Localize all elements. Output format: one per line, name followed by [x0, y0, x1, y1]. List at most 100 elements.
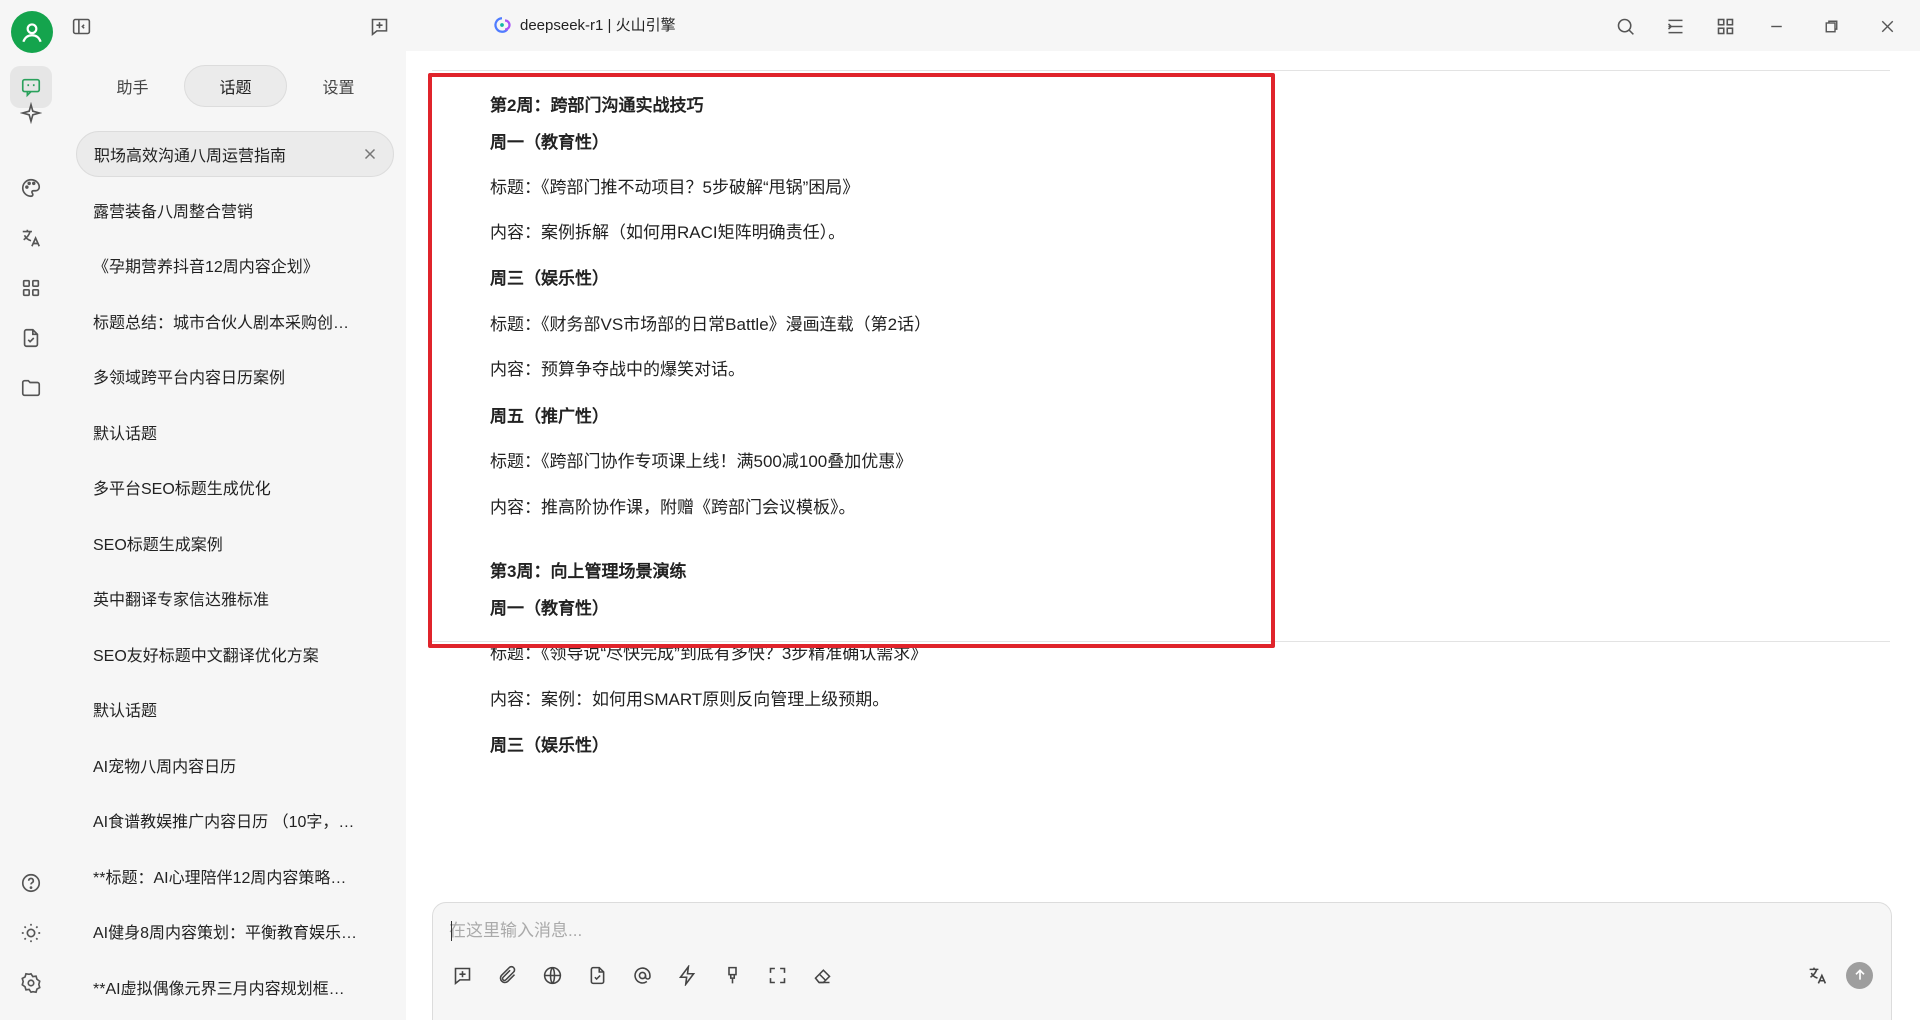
layout-button[interactable] — [1659, 10, 1691, 42]
eraser-icon — [813, 968, 831, 983]
title-bar: deepseek-r1 | 火山引擎 — [63, 0, 1920, 51]
topics-sidebar: 助手 话题 设置 职场高效沟通八周运营指南 露营装备八周整合营销《孕期营养抖音12… — [63, 51, 406, 1020]
sparkle-icon — [20, 102, 42, 124]
topic-item[interactable]: **AI虚拟偶像元界三月内容规划框架*... — [76, 964, 394, 1010]
brightness-icon — [21, 923, 41, 943]
expand-button[interactable] — [762, 960, 792, 990]
grid-button[interactable] — [1709, 10, 1741, 42]
document-icon — [23, 328, 39, 348]
topic-label: 标题总结：城市合伙人剧本采购创业... — [93, 314, 358, 332]
app-window: deepseek-r1 | 火山引擎 助手 话题 设置 职场高效沟通八周运营指南… — [0, 0, 1920, 1020]
attach-button[interactable] — [492, 960, 522, 990]
globe-icon — [543, 966, 561, 984]
rail-theme-button[interactable] — [10, 912, 52, 954]
clear-context-button[interactable] — [717, 960, 747, 990]
layout-icon — [1667, 19, 1682, 33]
message-input-box — [432, 902, 1892, 1020]
message-input[interactable] — [449, 917, 1649, 945]
message-heading: 周三（娱乐性） — [490, 736, 609, 755]
rail-apps-button[interactable] — [10, 267, 52, 309]
rail-agents-button[interactable] — [10, 92, 52, 134]
new-topic-tool-button[interactable] — [447, 960, 477, 990]
topic-list: 职场高效沟通八周运营指南 露营装备八周整合营销《孕期营养抖音12周内容企划》标题总… — [76, 131, 394, 1019]
highlight-box — [428, 73, 1275, 648]
rail-help-button[interactable] — [10, 862, 52, 904]
topic-item[interactable]: 标题总结：城市合伙人剧本采购创业... — [76, 298, 394, 344]
web-search-button[interactable] — [537, 960, 567, 990]
send-icon — [1854, 969, 1865, 980]
topic-item[interactable]: 多平台SEO标题生成优化 — [76, 464, 394, 510]
new-topic-icon — [454, 967, 470, 985]
lightning-icon — [678, 964, 695, 986]
topic-label: 英中翻译专家信达雅标准 — [93, 592, 270, 609]
rail-files-button[interactable] — [10, 317, 52, 359]
rail-settings-button[interactable] — [10, 962, 52, 1004]
quick-phrase-button[interactable] — [672, 960, 702, 990]
topic-item[interactable]: SEO友好标题中文翻译优化方案 — [76, 631, 394, 677]
mention-button[interactable] — [627, 960, 657, 990]
new-topic-button[interactable] — [363, 10, 395, 42]
expand-icon — [769, 967, 785, 983]
close-window-button[interactable] — [1871, 10, 1903, 42]
topic-item[interactable]: AI食谱教娱推广内容日历 （10字，中... — [76, 797, 394, 843]
document-icon — [590, 966, 604, 984]
sidebar-toggle-button[interactable] — [65, 10, 97, 42]
topic-label: SEO标题生成案例 — [93, 536, 223, 554]
close-icon[interactable] — [361, 145, 379, 163]
minimize-button[interactable] — [1760, 10, 1792, 42]
rail-folder-button[interactable] — [10, 367, 52, 409]
topic-label: 《孕期营养抖音12周内容企划》 — [93, 259, 319, 276]
knowledge-button[interactable] — [582, 960, 612, 990]
folder-icon — [21, 379, 41, 397]
topic-item[interactable]: **标题：AI心理陪伴12周内容策略规... — [76, 853, 394, 899]
brush-icon — [727, 966, 737, 983]
topic-item[interactable]: AI健身8周内容策划：平衡教育娱乐营销 — [76, 908, 394, 954]
clear-button[interactable] — [807, 960, 837, 990]
model-title: deepseek-r1 | 火山引擎 — [493, 14, 676, 35]
translate-icon — [1809, 967, 1826, 984]
topic-label: 职场高效沟通八周运营指南 — [94, 148, 287, 165]
topic-label: 多领域跨平台内容日历案例 — [93, 370, 286, 387]
input-toolbar — [447, 960, 837, 990]
message-divider — [432, 70, 1890, 71]
search-button[interactable] — [1609, 10, 1641, 42]
translate-icon — [22, 229, 41, 247]
minimize-icon — [1770, 25, 1782, 27]
topic-item[interactable]: 多领域跨平台内容日历案例 — [76, 353, 394, 399]
topic-label: SEO友好标题中文翻译优化方案 — [93, 647, 319, 665]
icon-rail — [0, 0, 63, 1020]
model-logo-icon — [494, 16, 511, 33]
chat-area: 第2周：跨部门沟通实战技巧 周一（教育性） 标题：《跨部门推不动项目？5步破解“甩锅… — [407, 51, 1920, 1020]
topic-item[interactable]: 职场高效沟通八周运营指南 — [76, 131, 394, 177]
grid-icon — [1717, 18, 1733, 34]
rail-paint-button[interactable] — [10, 167, 52, 209]
topic-item[interactable]: SEO标题生成案例 — [76, 520, 394, 566]
topic-label: 多平台SEO标题生成优化 — [93, 481, 271, 498]
translate-input-button[interactable] — [1802, 960, 1832, 990]
topic-item[interactable]: AI宠物八周内容日历 — [76, 742, 394, 788]
topic-item[interactable]: 默认话题 — [76, 686, 394, 732]
send-button[interactable] — [1846, 961, 1873, 989]
topic-label: AI食谱教娱推广内容日历 （10字，中... — [93, 814, 358, 831]
topic-item[interactable]: 英中翻译专家信达雅标准 — [76, 575, 394, 621]
restore-button[interactable] — [1815, 10, 1847, 42]
topic-label: AI健身8周内容策划：平衡教育娱乐营销 — [93, 925, 358, 942]
new-topic-icon — [371, 18, 387, 36]
rail-translate-button[interactable] — [10, 217, 52, 259]
avatar[interactable] — [11, 11, 53, 53]
topic-item[interactable]: 《孕期营养抖音12周内容企划》 — [76, 242, 394, 288]
topic-label: **AI虚拟偶像元界三月内容规划框架*... — [93, 980, 358, 998]
topic-label: 默认话题 — [93, 425, 158, 443]
user-icon — [22, 23, 42, 43]
topic-label: 默认话题 — [93, 703, 158, 720]
topic-label: 露营装备八周整合营销 — [93, 203, 254, 221]
topic-item[interactable]: 默认话题 — [76, 409, 394, 455]
close-icon — [1881, 20, 1893, 32]
topic-item[interactable]: 露营装备八周整合营销 — [76, 187, 394, 233]
help-icon — [21, 873, 41, 893]
palette-icon — [22, 178, 41, 198]
tab-assistant[interactable]: 助手 — [81, 65, 184, 107]
apps-icon — [22, 279, 40, 297]
tab-topics[interactable]: 话题 — [184, 65, 287, 107]
tab-settings[interactable]: 设置 — [287, 65, 390, 107]
